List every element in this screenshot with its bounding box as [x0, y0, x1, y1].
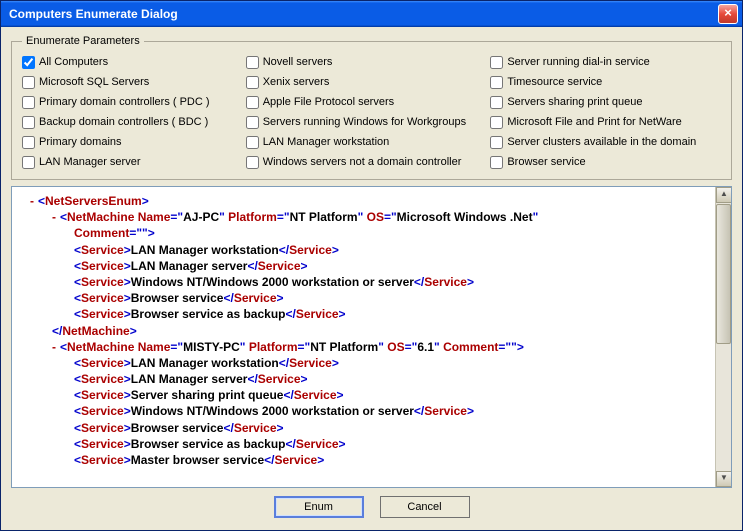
- checkbox-item: Primary domains: [22, 133, 232, 151]
- checkbox-item: Windows servers not a domain controller: [246, 153, 477, 171]
- param-checkbox[interactable]: [246, 156, 259, 169]
- param-label: Primary domain controllers ( PDC ): [39, 96, 210, 108]
- param-checkbox[interactable]: [22, 96, 35, 109]
- param-label: Server clusters available in the domain: [507, 136, 696, 148]
- xml-content[interactable]: -<NetServersEnum>-<NetMachine Name="AJ-P…: [12, 187, 715, 487]
- xml-line: <Service>Browser service</Service>: [18, 420, 711, 436]
- param-checkbox[interactable]: [22, 156, 35, 169]
- param-checkbox[interactable]: [246, 76, 259, 89]
- checkbox-item: LAN Manager workstation: [246, 133, 477, 151]
- checkbox-item: Browser service: [490, 153, 721, 171]
- checkbox-grid: All Computers Novell servers Server runnin…: [22, 53, 721, 171]
- xml-line: <Service>Windows NT/Windows 2000 worksta…: [18, 403, 711, 419]
- enumerate-parameters-group: Enumerate Parameters All Computers Novell…: [11, 35, 732, 180]
- param-checkbox[interactable]: [22, 116, 35, 129]
- param-label: LAN Manager workstation: [263, 136, 390, 148]
- xml-line: <Service>Master browser service</Service…: [18, 452, 711, 468]
- checkbox-item: Timesource service: [490, 73, 721, 91]
- xml-output-panel: -<NetServersEnum>-<NetMachine Name="AJ-P…: [11, 186, 732, 488]
- param-label: Timesource service: [507, 76, 602, 88]
- param-label: Browser service: [507, 156, 585, 168]
- xml-line: <Service>Server sharing print queue</Ser…: [18, 387, 711, 403]
- xml-line: <Service>Browser service as backup</Serv…: [18, 436, 711, 452]
- checkbox-item: Primary domain controllers ( PDC ): [22, 93, 232, 111]
- param-checkbox[interactable]: [22, 76, 35, 89]
- scroll-up-icon[interactable]: ▲: [716, 187, 732, 203]
- checkbox-item: Novell servers: [246, 53, 477, 71]
- xml-line: <Service>Windows NT/Windows 2000 worksta…: [18, 274, 711, 290]
- checkbox-item: Server running dial-in service: [490, 53, 721, 71]
- xml-line: Comment="">: [18, 225, 711, 241]
- param-checkbox[interactable]: [490, 156, 503, 169]
- window-title: Computers Enumerate Dialog: [9, 7, 718, 21]
- xml-line: <Service>Browser service as backup</Serv…: [18, 306, 711, 322]
- checkbox-item: Microsoft File and Print for NetWare: [490, 113, 721, 131]
- checkbox-item: Microsoft SQL Servers: [22, 73, 232, 91]
- param-checkbox[interactable]: [490, 56, 503, 69]
- param-label: LAN Manager server: [39, 156, 141, 168]
- param-label: Apple File Protocol servers: [263, 96, 394, 108]
- checkbox-item: All Computers: [22, 53, 232, 71]
- param-checkbox[interactable]: [490, 116, 503, 129]
- scroll-down-icon[interactable]: ▼: [716, 471, 732, 487]
- param-label: Server running dial-in service: [507, 56, 649, 68]
- content-area: Enumerate Parameters All Computers Novell…: [1, 27, 742, 530]
- checkbox-item: Backup domain controllers ( BDC ): [22, 113, 232, 131]
- dialog-window: Computers Enumerate Dialog × Enumerate P…: [0, 0, 743, 531]
- param-checkbox[interactable]: [246, 56, 259, 69]
- param-label: Backup domain controllers ( BDC ): [39, 116, 208, 128]
- checkbox-item: LAN Manager server: [22, 153, 232, 171]
- param-label: Servers running Windows for Workgroups: [263, 116, 466, 128]
- checkbox-item: Server clusters available in the domain: [490, 133, 721, 151]
- param-label: Windows servers not a domain controller: [263, 156, 462, 168]
- xml-line: -<NetServersEnum>: [18, 193, 711, 209]
- param-checkbox[interactable]: [490, 136, 503, 149]
- enum-button[interactable]: Enum: [274, 496, 364, 518]
- param-label: Novell servers: [263, 56, 333, 68]
- xml-line: -<NetMachine Name="AJ-PC" Platform="NT P…: [18, 209, 711, 225]
- param-checkbox[interactable]: [22, 56, 35, 69]
- param-checkbox[interactable]: [22, 136, 35, 149]
- param-checkbox[interactable]: [246, 136, 259, 149]
- titlebar: Computers Enumerate Dialog ×: [1, 1, 742, 27]
- scroll-thumb[interactable]: [716, 204, 731, 344]
- button-row: Enum Cancel: [11, 496, 732, 520]
- param-checkbox[interactable]: [490, 96, 503, 109]
- param-label: All Computers: [39, 56, 108, 68]
- param-label: Primary domains: [39, 136, 122, 148]
- param-label: Microsoft File and Print for NetWare: [507, 116, 681, 128]
- xml-line: </NetMachine>: [18, 323, 711, 339]
- xml-line: <Service>Browser service</Service>: [18, 290, 711, 306]
- checkbox-item: Xenix servers: [246, 73, 477, 91]
- param-checkbox[interactable]: [490, 76, 503, 89]
- param-label: Servers sharing print queue: [507, 96, 642, 108]
- param-checkbox[interactable]: [246, 116, 259, 129]
- xml-line: <Service>LAN Manager workstation</Servic…: [18, 242, 711, 258]
- vertical-scrollbar[interactable]: ▲ ▼: [715, 187, 731, 487]
- xml-line: <Service>LAN Manager workstation</Servic…: [18, 355, 711, 371]
- xml-line: <Service>LAN Manager server</Service>: [18, 371, 711, 387]
- xml-line: -<NetMachine Name="MISTY-PC" Platform="N…: [18, 339, 711, 355]
- param-label: Microsoft SQL Servers: [39, 76, 149, 88]
- close-button[interactable]: ×: [718, 4, 738, 24]
- xml-line: <Service>LAN Manager server</Service>: [18, 258, 711, 274]
- checkbox-item: Apple File Protocol servers: [246, 93, 477, 111]
- checkbox-item: Servers sharing print queue: [490, 93, 721, 111]
- checkbox-item: Servers running Windows for Workgroups: [246, 113, 477, 131]
- param-checkbox[interactable]: [246, 96, 259, 109]
- group-legend: Enumerate Parameters: [22, 35, 144, 47]
- param-label: Xenix servers: [263, 76, 330, 88]
- cancel-button[interactable]: Cancel: [380, 496, 470, 518]
